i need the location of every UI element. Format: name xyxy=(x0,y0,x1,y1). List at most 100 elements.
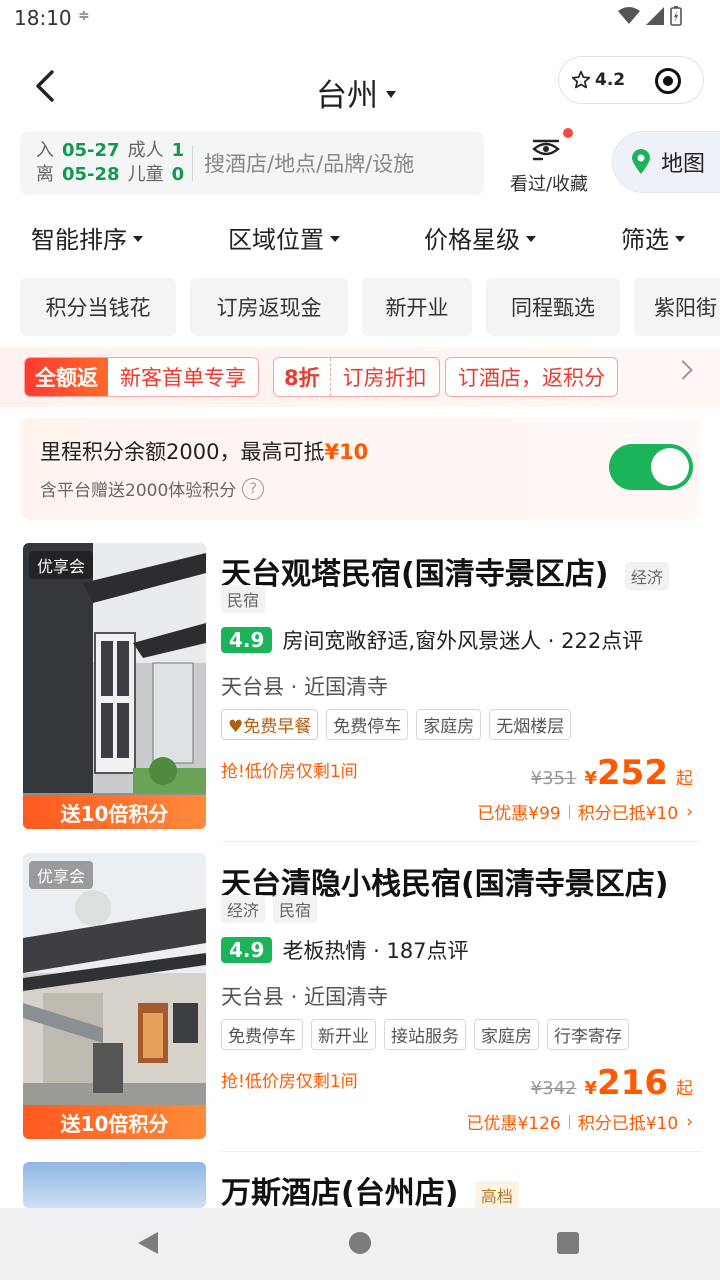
hotel-card[interactable]: 万斯酒店(台州店) 高档 xyxy=(0,1162,720,1208)
adults-count: 1 xyxy=(171,140,185,161)
chip-street[interactable]: 紫阳街 xyxy=(634,278,720,336)
close-miniapp-icon[interactable] xyxy=(655,68,681,94)
amenity-tag: 家庭房 xyxy=(416,709,482,740)
rating-row: 4.9 老板热情 · 187点评 xyxy=(221,935,469,965)
city-selector[interactable]: 台州 xyxy=(316,70,396,115)
search-bar[interactable]: 入 05-27 成人 1 离 05-28 儿童 0 搜酒店/地点/品牌/设施 xyxy=(20,131,484,195)
caret-down-icon xyxy=(675,236,685,242)
wifi-icon xyxy=(618,7,640,24)
filter-label: 价格星级 xyxy=(424,226,520,254)
status-time: 18:10 xyxy=(14,6,72,30)
eye-list-icon xyxy=(532,139,560,161)
hotel-name-text: 万斯酒店(台州店) xyxy=(221,1176,459,1208)
filter-label: 区域位置 xyxy=(228,226,324,254)
mileage-subtext-row: 含平台赠送2000体验积分 ? xyxy=(40,476,265,501)
current-price: ¥216 xyxy=(584,1063,668,1103)
filter-label: 智能排序 xyxy=(31,226,127,254)
checkout-date: 05-28 xyxy=(62,164,120,185)
filter-label: 筛选 xyxy=(621,226,669,254)
amenity-tag: 无烟楼层 xyxy=(489,709,572,740)
card-divider xyxy=(221,1151,701,1152)
promo-badge-discount[interactable]: 8折 订房折扣 xyxy=(273,357,440,397)
children-label: 儿童 xyxy=(127,164,164,185)
viewed-label: 看过/收藏 xyxy=(509,174,589,195)
mini-program-capsule: 4.2 xyxy=(558,56,704,104)
children-count: 0 xyxy=(171,164,185,185)
notification-dot xyxy=(563,128,573,138)
search-input[interactable]: 搜酒店/地点/品牌/设施 xyxy=(204,148,414,178)
promo-badge-full-return[interactable]: 全额返 新客首单专享 xyxy=(24,357,259,397)
divider xyxy=(192,145,193,181)
discount-row[interactable]: 已优惠¥99 积分已抵¥10 › xyxy=(477,799,693,825)
nav-home-icon[interactable] xyxy=(349,1232,371,1254)
mileage-balance: 里程积分余额2000，最高可抵¥10 xyxy=(40,436,368,466)
chip-cashback[interactable]: 订房返现金 xyxy=(190,278,348,336)
rating-button[interactable]: 4.2 xyxy=(571,70,625,90)
promo-badge-text: 订酒店，返积分 xyxy=(458,366,605,390)
mileage-amount: ¥10 xyxy=(324,440,369,464)
back-arrow-icon[interactable] xyxy=(28,66,68,106)
hotel-name: 天台观塔民宿(国清寺景区店) 经济 xyxy=(221,549,669,593)
toggle-knob xyxy=(651,448,689,486)
checkin-date: 05-27 xyxy=(62,140,120,161)
mileage-subtext: 含平台赠送2000体验积分 xyxy=(40,481,237,501)
hotel-photo-image xyxy=(23,853,206,1139)
amenity-tag: 免费停车 xyxy=(326,709,409,740)
filter-bar: 智能排序 区域位置 价格星级 筛选 xyxy=(0,220,720,260)
promo-badge-solid: 全额返 xyxy=(25,358,108,396)
points-band: 送10倍积分 xyxy=(23,1105,206,1139)
price-block: ¥342 ¥216 起 xyxy=(531,1063,693,1103)
signal-icon xyxy=(646,7,664,25)
divider xyxy=(568,1114,570,1129)
price-value: 252 xyxy=(597,753,668,793)
hotel-tag: 高档 xyxy=(474,1180,519,1208)
points-toggle[interactable] xyxy=(609,444,693,490)
promo-badge-text: 新客首单专享 xyxy=(120,366,246,390)
hotel-location: 天台县 · 近国清寺 xyxy=(221,985,389,1009)
viewed-favorites-button[interactable]: 看过/收藏 xyxy=(503,128,595,195)
chip-selected[interactable]: 同程甄选 xyxy=(486,278,620,336)
star-icon xyxy=(571,70,591,89)
nav-back-icon[interactable] xyxy=(138,1232,158,1254)
urgency-text: 抢!低价房仅剩1间 xyxy=(221,1072,358,1092)
hotel-photo[interactable]: 优享会 送10倍积分 xyxy=(23,543,206,829)
original-price: ¥351 xyxy=(530,768,577,789)
top-header: 台州 4.2 xyxy=(0,50,720,126)
chevron-right-icon: › xyxy=(686,801,693,822)
date-guest-selector[interactable]: 入 05-27 成人 1 离 05-28 儿童 0 xyxy=(36,139,184,187)
amenity-tags: ♥免费早餐 免费停车 家庭房 无烟楼层 xyxy=(221,709,572,740)
review-summary: 老板热情 · 187点评 xyxy=(282,939,469,963)
hotel-tag-row: 经济 民宿 xyxy=(221,895,318,923)
filter-area[interactable]: 区域位置 xyxy=(228,220,340,255)
promo-badge-text: 订房折扣 xyxy=(342,366,427,390)
filter-more[interactable]: 筛选 xyxy=(621,220,685,255)
chip-new[interactable]: 新开业 xyxy=(362,278,472,336)
caret-down-icon xyxy=(386,91,396,98)
help-icon[interactable]: ? xyxy=(242,477,265,500)
amenity-tag: 家庭房 xyxy=(474,1019,539,1050)
rating-row: 4.9 房间宽敞舒适,窗外风景迷人 · 222点评 xyxy=(221,625,643,655)
hotel-photo[interactable]: 优享会 送10倍积分 xyxy=(23,853,206,1139)
caret-down-icon xyxy=(526,236,536,242)
map-button[interactable]: 地图 xyxy=(612,131,720,193)
hotel-photo[interactable] xyxy=(23,1162,206,1208)
promo-strip[interactable]: 全额返 新客首单专享 8折 订房折扣 订酒店，返积分 xyxy=(0,347,720,407)
currency-symbol: ¥ xyxy=(584,768,598,789)
chip-points[interactable]: 积分当钱花 xyxy=(20,278,176,336)
chevron-right-icon[interactable] xyxy=(673,360,693,380)
filter-price-star[interactable]: 价格星级 xyxy=(424,220,536,255)
location-pin-icon xyxy=(632,149,650,174)
promo-badge-points[interactable]: 订酒店，返积分 xyxy=(445,357,618,397)
discount-row[interactable]: 已优惠¥126 积分已抵¥10 › xyxy=(466,1109,693,1135)
nav-recents-icon[interactable] xyxy=(557,1232,579,1254)
amenity-tag: 行李寄存 xyxy=(547,1019,629,1050)
points-band: 送10倍积分 xyxy=(23,795,206,829)
price-from-label: 起 xyxy=(676,769,693,789)
review-summary: 房间宽敞舒适,窗外风景迷人 · 222点评 xyxy=(282,629,644,653)
filter-sort[interactable]: 智能排序 xyxy=(31,220,143,255)
divider xyxy=(568,804,570,819)
promo-badge-bold: 8折 xyxy=(274,358,331,396)
currency-symbol: ¥ xyxy=(584,1078,598,1099)
hotel-tag-row: 民宿 xyxy=(221,585,266,613)
hotel-location: 天台县 · 近国清寺 xyxy=(221,675,389,699)
